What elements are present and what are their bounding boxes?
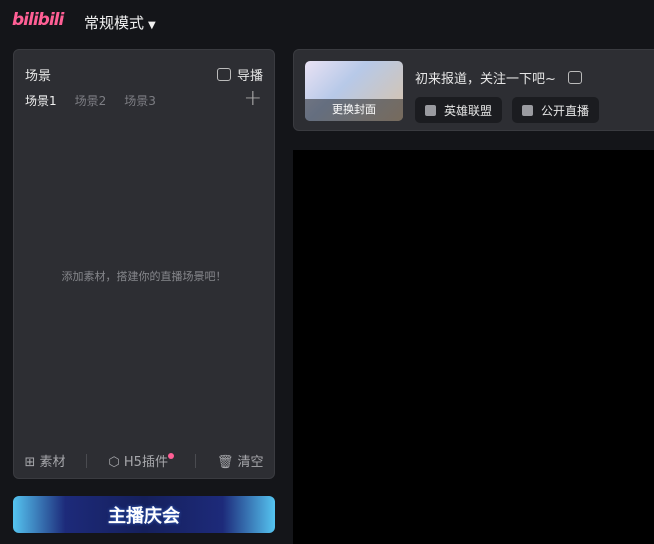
cube-icon: ⬡ (108, 455, 120, 470)
material-label: 素材 (39, 455, 66, 470)
change-cover-label: 更换封面 (305, 99, 403, 121)
category-icon (425, 104, 436, 116)
live-info-panel: 更换封面 初来报道，关注一下吧~ 英雄联盟 公开直播 (293, 49, 654, 131)
scene-tabs: 场景1 场景2 场景3 (25, 92, 156, 109)
external-link-icon (216, 68, 231, 81)
mode-dropdown[interactable]: 常规模式 ▼ (84, 12, 156, 33)
plus-square-icon: ⊞ (24, 455, 36, 470)
tab-scene-3[interactable]: 场景3 (124, 92, 156, 109)
category-label: 英雄联盟 (444, 103, 493, 118)
tab-scene-2[interactable]: 场景2 (75, 92, 107, 109)
live-title: 初来报道，关注一下吧~ (415, 72, 556, 87)
mode-label: 常规模式 (84, 14, 145, 32)
add-material-button[interactable]: ⊞ 素材 (24, 451, 65, 470)
scene-panel: 场景 导播 场景1 场景2 场景3 + 添加素材，搭建你的直播场景吧！ ⊞ 素材… (13, 49, 275, 479)
visibility-icon (522, 104, 534, 116)
edit-icon[interactable] (567, 71, 582, 84)
clear-label: 清空 (237, 455, 264, 470)
scene-footer: ⊞ 素材 ⬡ H5插件 🗑 清空 (14, 451, 274, 470)
category-button[interactable]: 英雄联盟 (415, 97, 503, 123)
divider (86, 453, 88, 468)
divider (194, 453, 196, 468)
trash-icon: 🗑 (216, 455, 234, 470)
director-label: 导播 (236, 69, 263, 84)
tab-scene-1[interactable]: 场景1 (25, 92, 57, 109)
h5-label: H5插件 (123, 455, 168, 470)
add-scene-button[interactable]: + (244, 86, 262, 111)
h5-plugin-button[interactable]: ⬡ H5插件 (108, 451, 174, 470)
scene-title: 场景 (25, 69, 52, 84)
stream-preview[interactable] (293, 150, 654, 544)
empty-hint: 添加素材，搭建你的直播场景吧！ (61, 270, 227, 283)
visibility-label: 公开直播 (541, 103, 590, 118)
clear-button[interactable]: 🗑 清空 (217, 451, 264, 470)
caret-down-icon: ▼ (148, 20, 156, 31)
bilibili-logo: bilibili (12, 10, 64, 30)
director-button[interactable]: 导播 (216, 65, 263, 84)
cover-image[interactable]: 更换封面 (305, 61, 403, 121)
event-banner[interactable]: 主播庆会 (13, 496, 275, 533)
visibility-button[interactable]: 公开直播 (512, 97, 600, 123)
notification-dot (167, 453, 174, 459)
